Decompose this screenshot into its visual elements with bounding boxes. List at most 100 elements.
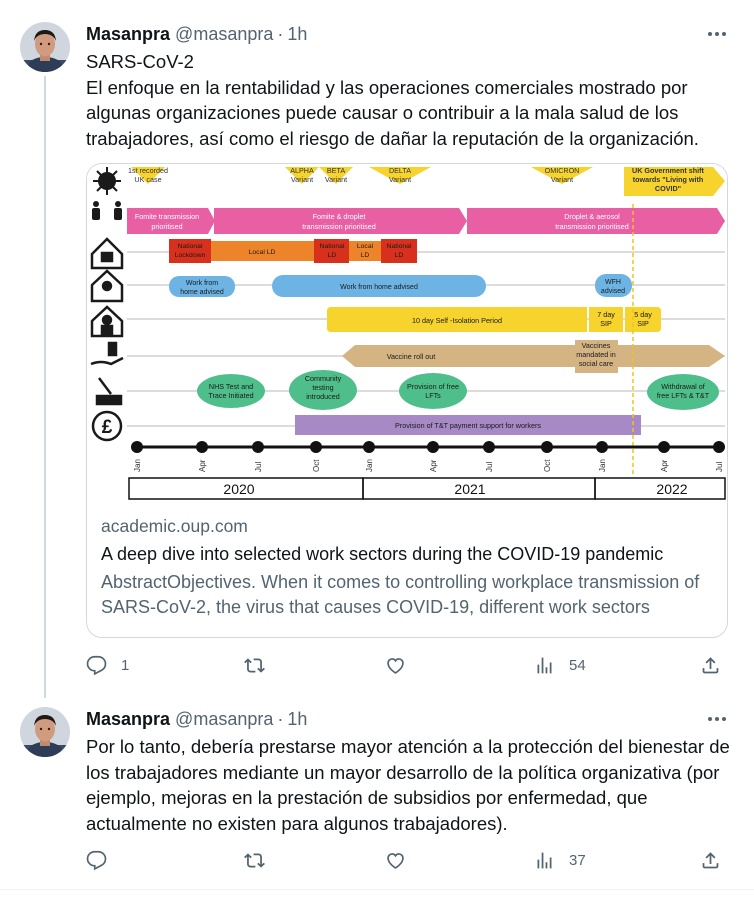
views-chart-icon — [537, 852, 552, 868]
svg-text:COVID": COVID" — [655, 184, 681, 193]
milestone-first-case: 1st recorded — [128, 166, 168, 175]
svg-text:prioritised: prioritised — [151, 222, 182, 231]
views-count: 37 — [569, 851, 586, 869]
link-card[interactable]: £ 1st recorded UK case ALPHA Variant BET… — [86, 163, 728, 638]
svg-text:advised: advised — [601, 288, 625, 295]
share-icon — [702, 656, 719, 673]
svg-text:2021: 2021 — [454, 481, 485, 497]
svg-text:Lockdown: Lockdown — [175, 252, 206, 259]
tweet-text: Por lo tanto, debería prestarse mayor at… — [86, 734, 736, 836]
share-button[interactable] — [700, 847, 721, 873]
svg-text:Variant: Variant — [325, 175, 347, 184]
views-button[interactable]: 37 — [534, 847, 586, 873]
svg-text:home advised: home advised — [180, 289, 224, 296]
tweet-text-line: SARS-CoV-2 — [86, 51, 194, 72]
milestone-alpha: ALPHA — [290, 166, 314, 175]
svg-text:Work from: Work from — [186, 280, 218, 287]
tweet-actions: 37 — [86, 847, 736, 873]
tweet-2: Masanpra @masanpra · 1h Por lo tanto, de… — [0, 697, 754, 890]
separator-dot: · — [277, 709, 284, 729]
svg-text:transmission prioritised: transmission prioritised — [555, 222, 629, 231]
svg-text:free LFTs & T&T: free LFTs & T&T — [657, 391, 710, 400]
tweet-text-paragraph: El enfoque en la rentabilidad y las oper… — [86, 76, 699, 149]
milestone-omicron: OMICRON — [545, 166, 580, 175]
svg-text:Jan: Jan — [365, 459, 374, 472]
svg-text:Oct: Oct — [543, 459, 552, 472]
svg-text:Local LD: Local LD — [249, 249, 276, 256]
card-description: AbstractObjectives. When it comes to con… — [101, 572, 700, 617]
svg-text:UK case: UK case — [134, 175, 161, 184]
milestone-beta: BETA — [327, 166, 345, 175]
svg-text:Fomite & droplet: Fomite & droplet — [313, 212, 366, 221]
retweet-button[interactable] — [244, 652, 279, 678]
reply-icon — [86, 850, 107, 870]
author-handle[interactable]: @masanpra — [175, 707, 273, 731]
retweet-button[interactable] — [244, 847, 279, 873]
tweet-1: Masanpra @masanpra · 1h SARS-CoV-2 El en… — [0, 0, 754, 698]
svg-text:Variant: Variant — [389, 175, 411, 184]
tweet-actions: 1 54 — [86, 652, 736, 678]
milestone-delta: DELTA — [389, 166, 411, 175]
author-handle[interactable]: @masanpra — [175, 22, 273, 46]
svg-text:introduced: introduced — [306, 392, 340, 401]
like-button[interactable] — [385, 652, 420, 678]
svg-text:Apr: Apr — [660, 459, 669, 472]
tweet-header: Masanpra @masanpra · 1h — [86, 22, 307, 46]
more-options-icon[interactable] — [704, 22, 730, 46]
svg-text:SIP: SIP — [600, 319, 612, 328]
svg-text:Fomite transmission: Fomite transmission — [135, 212, 199, 221]
svg-text:Variant: Variant — [291, 175, 313, 184]
svg-text:LD: LD — [328, 252, 337, 259]
svg-text:National: National — [387, 243, 412, 250]
tweet-text-paragraph: Por lo tanto, debería prestarse mayor at… — [86, 736, 730, 834]
card-title: A deep dive into selected work sectors d… — [101, 544, 664, 564]
share-button[interactable] — [700, 652, 721, 678]
card-domain: academic.oup.com — [101, 516, 248, 536]
author-name[interactable]: Masanpra — [86, 22, 170, 46]
svg-text:Jul: Jul — [715, 462, 724, 472]
svg-text:testing: testing — [312, 383, 333, 392]
views-button[interactable]: 54 — [534, 652, 586, 678]
svg-text:7 day: 7 day — [597, 310, 615, 319]
avatar[interactable] — [20, 707, 70, 757]
svg-text:5 day: 5 day — [634, 310, 652, 319]
avatar[interactable] — [20, 22, 70, 72]
svg-text:Vaccines: Vaccines — [582, 341, 611, 350]
reply-icon — [86, 655, 107, 675]
svg-text:Trace Initiated: Trace Initiated — [208, 391, 253, 400]
svg-text:Work from home advised: Work from home advised — [340, 284, 418, 291]
svg-text:Jul: Jul — [254, 462, 263, 472]
retweet-icon — [244, 657, 265, 673]
svg-text:Community: Community — [305, 374, 342, 383]
card-meta: academic.oup.com A deep dive into select… — [101, 514, 713, 620]
svg-text:Apr: Apr — [429, 459, 438, 472]
svg-text:National: National — [178, 243, 203, 250]
tweet-time[interactable]: 1h — [287, 707, 307, 731]
svg-text:Jan: Jan — [133, 459, 142, 472]
reply-button[interactable]: 1 — [86, 652, 129, 678]
svg-text:National: National — [320, 243, 345, 250]
thread-connector-line — [44, 76, 46, 698]
svg-text:Jul: Jul — [485, 462, 494, 472]
views-chart-icon — [537, 657, 552, 673]
svg-text:LD: LD — [361, 252, 370, 259]
reply-count: 1 — [121, 656, 130, 674]
separator-dot: · — [277, 24, 284, 44]
svg-text:£: £ — [102, 417, 113, 438]
svg-text:Provision of T&T payment suppo: Provision of T&T payment support for wor… — [395, 421, 541, 430]
like-button[interactable] — [385, 847, 420, 873]
heart-icon — [387, 657, 404, 674]
reply-button[interactable] — [86, 847, 121, 873]
views-count: 54 — [569, 656, 586, 674]
svg-text:Jan: Jan — [598, 459, 607, 472]
retweet-icon — [244, 852, 265, 868]
tweet-time[interactable]: 1h — [287, 22, 307, 46]
svg-text:transmission prioritised: transmission prioritised — [302, 222, 376, 231]
svg-text:2020: 2020 — [223, 481, 254, 497]
svg-text:towards "Living with: towards "Living with — [633, 175, 704, 184]
share-icon — [702, 851, 719, 868]
svg-text:WFH: WFH — [605, 279, 621, 286]
author-name[interactable]: Masanpra — [86, 707, 170, 731]
svg-text:10 day Self -Isolation Period: 10 day Self -Isolation Period — [412, 316, 502, 325]
more-options-icon[interactable] — [704, 707, 730, 731]
